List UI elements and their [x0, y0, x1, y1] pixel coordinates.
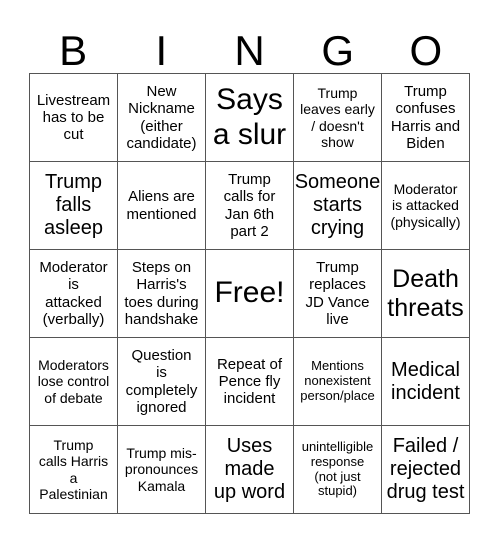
- bingo-cell-text: Steps on Harris's toes during handshake: [124, 259, 199, 328]
- bingo-cell-i-5[interactable]: Trump mis- pronounces Kamala: [118, 426, 206, 514]
- bingo-cell-text: Moderators lose control of debate: [37, 357, 110, 406]
- bingo-cell-text: Free!: [214, 276, 285, 310]
- bingo-grid: Livestream has to be cut New Nickname (ei…: [29, 73, 470, 514]
- bingo-cell-n-2[interactable]: Trump calls for Jan 6th part 2: [206, 162, 294, 250]
- bingo-cell-g-1[interactable]: Trump leaves early / doesn't show: [294, 74, 382, 162]
- bingo-cell-o-1[interactable]: Trump confuses Harris and Biden: [382, 74, 470, 162]
- bingo-cell-free-space[interactable]: Free!: [206, 250, 294, 338]
- bingo-cell-o-4[interactable]: Medical incident: [382, 338, 470, 426]
- bingo-cell-text: Aliens are mentioned: [126, 188, 197, 223]
- bingo-cell-b-3[interactable]: Moderator is attacked (verbally): [30, 250, 118, 338]
- bingo-cell-text: Says a slur: [212, 83, 287, 151]
- bingo-header: B I N G O: [29, 28, 470, 73]
- bingo-cell-text: Trump calls Harris a Palestinian: [38, 437, 109, 502]
- bingo-cell-text: Moderator is attacked (verbally): [39, 259, 108, 328]
- bingo-cell-text: Failed / rejected drug test: [386, 435, 465, 503]
- bingo-cell-i-1[interactable]: New Nickname (either candidate): [118, 74, 206, 162]
- bingo-cell-text: Trump mis- pronounces Kamala: [124, 445, 199, 494]
- bingo-cell-text: Medical incident: [391, 358, 460, 404]
- bingo-cell-text: Livestream has to be cut: [36, 91, 111, 144]
- bingo-cell-text: Someone starts crying: [294, 171, 381, 239]
- bingo-cell-text: Trump leaves early / doesn't show: [300, 85, 375, 150]
- bingo-cell-b-1[interactable]: Livestream has to be cut: [30, 74, 118, 162]
- bingo-cell-b-2[interactable]: Trump falls asleep: [30, 162, 118, 250]
- bingo-card: B I N G O Livestream has to be cut New Ni…: [0, 0, 500, 544]
- header-letter-i: I: [155, 27, 168, 74]
- bingo-cell-i-3[interactable]: Steps on Harris's toes during handshake: [118, 250, 206, 338]
- bingo-cell-text: unintelligible response (not just stupid…: [301, 438, 374, 499]
- header-letter-o: O: [409, 27, 443, 74]
- bingo-cell-text: Death threats: [387, 264, 464, 322]
- bingo-cell-n-1[interactable]: Says a slur: [206, 74, 294, 162]
- header-letter-b: B: [59, 27, 88, 74]
- bingo-cell-text: Trump confuses Harris and Biden: [390, 83, 461, 152]
- header-letter-g: G: [321, 27, 355, 74]
- bingo-cell-n-4[interactable]: Repeat of Pence fly incident: [206, 338, 294, 426]
- header-letter-n: N: [234, 27, 265, 74]
- bingo-cell-text: Repeat of Pence fly incident: [216, 355, 283, 408]
- bingo-cell-text: Trump calls for Jan 6th part 2: [223, 171, 276, 240]
- bingo-cell-text: Trump replaces JD Vance live: [305, 259, 370, 328]
- bingo-cell-g-3[interactable]: Trump replaces JD Vance live: [294, 250, 382, 338]
- bingo-cell-b-5[interactable]: Trump calls Harris a Palestinian: [30, 426, 118, 514]
- bingo-cell-text: Uses made up word: [213, 435, 286, 503]
- bingo-cell-g-2[interactable]: Someone starts crying: [294, 162, 382, 250]
- bingo-cell-n-5[interactable]: Uses made up word: [206, 426, 294, 514]
- bingo-cell-o-2[interactable]: Moderator is attacked (physically): [382, 162, 470, 250]
- bingo-cell-i-4[interactable]: Question is completely ignored: [118, 338, 206, 426]
- bingo-cell-g-5[interactable]: unintelligible response (not just stupid…: [294, 426, 382, 514]
- bingo-cell-g-4[interactable]: Mentions nonexistent person/place: [294, 338, 382, 426]
- bingo-cell-o-3[interactable]: Death threats: [382, 250, 470, 338]
- bingo-cell-text: Mentions nonexistent person/place: [300, 358, 375, 403]
- bingo-cell-text: New Nickname (either candidate): [126, 83, 197, 152]
- bingo-cell-text: Moderator is attacked (physically): [390, 181, 461, 230]
- bingo-cell-b-4[interactable]: Moderators lose control of debate: [30, 338, 118, 426]
- bingo-cell-text: Question is completely ignored: [125, 347, 198, 416]
- bingo-cell-o-5[interactable]: Failed / rejected drug test: [382, 426, 470, 514]
- bingo-cell-i-2[interactable]: Aliens are mentioned: [118, 162, 206, 250]
- bingo-cell-text: Trump falls asleep: [44, 171, 103, 239]
